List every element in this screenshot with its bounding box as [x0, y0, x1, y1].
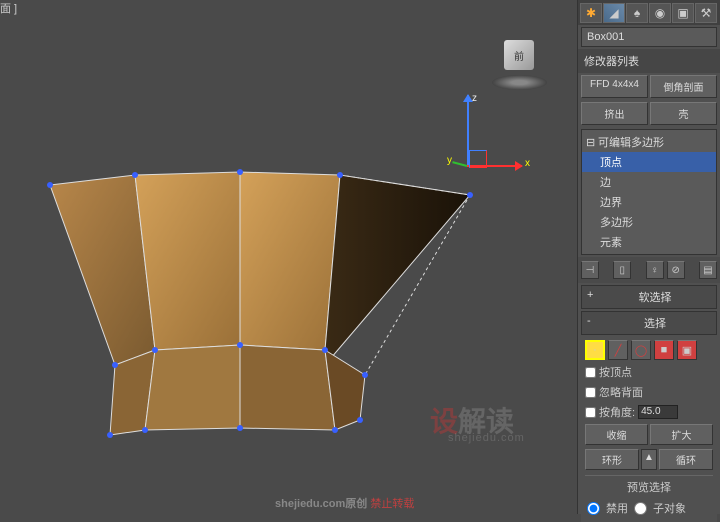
- minus-icon: -: [587, 315, 599, 331]
- loop-button[interactable]: 循环: [659, 449, 713, 470]
- viewcube-ring: [492, 75, 547, 90]
- grow-button[interactable]: 扩大: [650, 424, 713, 445]
- footer-credit: shejiedu.com原创 禁止转载: [275, 495, 414, 511]
- watermark-url: shejiedu.com: [448, 432, 525, 444]
- subobj-vertex-button[interactable]: ·: [585, 340, 605, 360]
- create-tab-icon[interactable]: ✱: [580, 3, 602, 23]
- subobj-border-button[interactable]: ◯: [631, 340, 651, 360]
- utilities-tab-icon[interactable]: ⚒: [695, 3, 717, 23]
- configure-sets-icon[interactable]: ▤: [699, 261, 717, 279]
- stack-border[interactable]: 边界: [582, 192, 716, 212]
- subobj-element-button[interactable]: ▣: [677, 340, 697, 360]
- ring-prev-icon[interactable]: ▲: [641, 449, 657, 470]
- selection-rollout-header[interactable]: - 选择: [581, 311, 717, 335]
- by-angle-label: 按角度:: [599, 404, 635, 420]
- preview-subobj-radio[interactable]: [634, 502, 647, 515]
- ignore-backface-checkbox[interactable]: [585, 387, 596, 398]
- modify-tab-icon[interactable]: ◢: [603, 3, 625, 23]
- by-vertex-label: 按顶点: [599, 364, 632, 380]
- stack-polygon[interactable]: 多边形: [582, 212, 716, 232]
- preview-off-radio[interactable]: [587, 502, 600, 515]
- modifier-stack[interactable]: ⊟可编辑多边形 顶点 边 边界 多边形 元素: [581, 129, 717, 255]
- stack-element[interactable]: 元素: [582, 232, 716, 252]
- shell-button[interactable]: 壳: [650, 102, 717, 125]
- gizmo-z-label: z: [472, 93, 477, 104]
- ffd-button[interactable]: FFD 4x4x4: [581, 75, 648, 98]
- gizmo-x-label: x: [525, 158, 530, 169]
- panel-tabs: ✱ ◢ ♠ ◉ ▣ ⚒: [578, 0, 720, 25]
- show-end-result-icon[interactable]: ▯: [613, 261, 631, 279]
- remove-modifier-icon[interactable]: ⊘: [667, 261, 685, 279]
- shrink-button[interactable]: 收缩: [585, 424, 648, 445]
- viewport[interactable]: 面 ] 前 z x y: [0, 0, 577, 514]
- viewport-label: 面 ]: [0, 0, 17, 16]
- modifier-list-dropdown[interactable]: 修改器列表: [578, 49, 720, 73]
- by-angle-checkbox[interactable]: [585, 407, 596, 418]
- object-name-field[interactable]: Box001: [581, 27, 717, 47]
- display-tab-icon[interactable]: ▣: [672, 3, 694, 23]
- command-panel: ✱ ◢ ♠ ◉ ▣ ⚒ Box001 修改器列表 FFD 4x4x4 倒角剖面 …: [577, 0, 720, 514]
- plus-icon: +: [587, 289, 599, 305]
- pin-stack-icon[interactable]: ⊣: [581, 261, 599, 279]
- ring-button[interactable]: 环形: [585, 449, 639, 470]
- softselection-rollout-header[interactable]: + 软选择: [581, 285, 717, 309]
- make-unique-icon[interactable]: ♀: [646, 261, 664, 279]
- subobj-polygon-button[interactable]: ■: [654, 340, 674, 360]
- hierarchy-tab-icon[interactable]: ♠: [626, 3, 648, 23]
- by-vertex-checkbox[interactable]: [585, 367, 596, 378]
- extrude-button[interactable]: 挤出: [581, 102, 648, 125]
- selection-rollout-body: · ╱ ◯ ■ ▣ 按顶点 忽略背面 按角度: 45.0 收缩 扩大 环形 ▲ …: [581, 335, 717, 522]
- stack-root[interactable]: ⊟可编辑多边形: [582, 132, 716, 152]
- stack-vertex[interactable]: 顶点: [582, 152, 716, 172]
- ignore-backface-label: 忽略背面: [599, 384, 643, 400]
- motion-tab-icon[interactable]: ◉: [649, 3, 671, 23]
- angle-spinner[interactable]: 45.0: [638, 405, 678, 419]
- viewcube-face[interactable]: 前: [504, 40, 534, 70]
- chamfer-button[interactable]: 倒角剖面: [650, 75, 717, 98]
- preview-label: 预览选择: [627, 479, 671, 495]
- viewcube[interactable]: 前: [492, 35, 547, 90]
- subobj-edge-button[interactable]: ╱: [608, 340, 628, 360]
- stack-edge[interactable]: 边: [582, 172, 716, 192]
- mesh-object[interactable]: [40, 160, 480, 440]
